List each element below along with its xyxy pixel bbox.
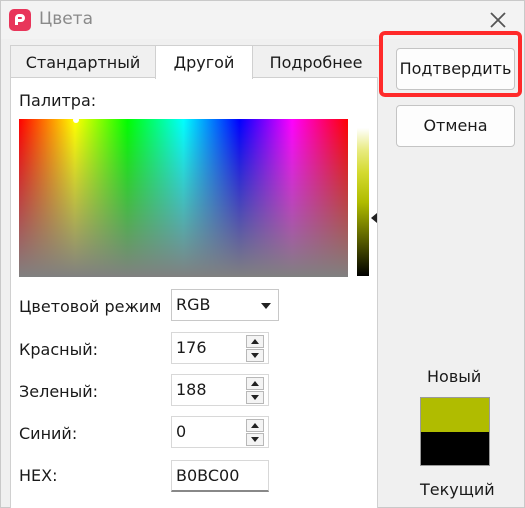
red-stepper: 176 bbox=[171, 332, 269, 364]
palette-label: Палитра: bbox=[19, 91, 97, 110]
colors-dialog: Цвета Стандартный Другой Подробнее Палит… bbox=[0, 0, 525, 508]
new-color-label: Новый bbox=[427, 367, 482, 386]
color-palette[interactable] bbox=[19, 117, 348, 277]
red-decrement-button[interactable] bbox=[246, 349, 264, 362]
blue-decrement-button[interactable] bbox=[246, 433, 264, 446]
hex-label: HEX: bbox=[19, 466, 58, 485]
red-input[interactable]: 176 bbox=[176, 333, 236, 363]
color-mode-select[interactable]: RGB bbox=[171, 289, 279, 321]
cancel-button[interactable]: Отмена bbox=[396, 105, 515, 147]
current-color-swatch bbox=[420, 432, 490, 466]
red-label: Красный: bbox=[19, 340, 98, 359]
color-mode-label: Цветовой режим bbox=[19, 297, 162, 316]
confirm-button[interactable]: Подтвердить bbox=[396, 48, 515, 90]
close-button[interactable] bbox=[486, 8, 510, 32]
green-decrement-button[interactable] bbox=[246, 391, 264, 404]
close-icon bbox=[490, 12, 506, 28]
blue-increment-button[interactable] bbox=[246, 419, 264, 432]
luminance-slider[interactable] bbox=[357, 128, 369, 276]
green-increment-button[interactable] bbox=[246, 377, 264, 390]
window-title: Цвета bbox=[39, 9, 93, 29]
green-input[interactable]: 188 bbox=[176, 375, 236, 405]
luminance-arrow-icon[interactable] bbox=[371, 213, 377, 223]
blue-stepper: 0 bbox=[171, 416, 269, 448]
new-color-swatch bbox=[420, 397, 490, 432]
tab-standard[interactable]: Стандартный bbox=[10, 45, 156, 78]
tab-details[interactable]: Подробнее bbox=[252, 45, 380, 78]
color-mode-value: RGB bbox=[176, 295, 211, 314]
current-color-label: Текущий bbox=[420, 480, 495, 499]
tab-other[interactable]: Другой bbox=[155, 45, 253, 79]
red-increment-button[interactable] bbox=[246, 335, 264, 348]
hex-input[interactable]: B0BC00 bbox=[171, 460, 269, 492]
green-stepper: 188 bbox=[171, 374, 269, 406]
tab-bar: Стандартный Другой Подробнее bbox=[10, 45, 380, 79]
green-label: Зеленый: bbox=[19, 382, 99, 401]
blue-label: Синий: bbox=[19, 424, 78, 443]
chevron-down-icon bbox=[261, 303, 271, 309]
app-logo-icon bbox=[9, 9, 31, 31]
blue-input[interactable]: 0 bbox=[176, 417, 236, 447]
tab-panel-other: Палитра: Цветовой режим RGB Красный: 176… bbox=[10, 77, 378, 508]
palette-selector[interactable] bbox=[73, 117, 79, 123]
